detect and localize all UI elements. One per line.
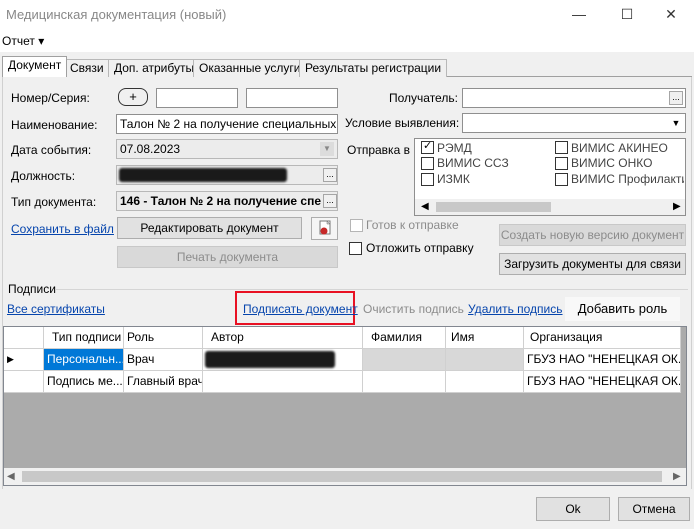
signatures-divider bbox=[56, 289, 688, 290]
series-field[interactable] bbox=[246, 88, 338, 108]
send-target-vimis-prof: ВИМИС Профилактик bbox=[571, 172, 684, 186]
col-author[interactable]: Автор bbox=[203, 327, 363, 349]
send-target-vimis-akineo: ВИМИС АКИНЕО bbox=[571, 141, 668, 155]
delete-signature-link[interactable]: Удалить подпись bbox=[468, 302, 563, 316]
condition-dropdown[interactable] bbox=[462, 113, 686, 133]
scrollbar-thumb[interactable] bbox=[436, 202, 551, 212]
send-target-vimis-ssz: ВИМИС ССЗ bbox=[437, 156, 509, 170]
add-number-button[interactable]: + bbox=[118, 88, 148, 106]
menu-report[interactable]: Отчет ▾ bbox=[2, 34, 44, 48]
checkbox-izmk[interactable] bbox=[421, 173, 434, 186]
edit-document-button[interactable]: Редактировать документ bbox=[117, 217, 302, 239]
close-button[interactable]: ✕ bbox=[648, 0, 694, 30]
row2-role[interactable]: Главный врач bbox=[124, 371, 203, 393]
date-label: Дата события: bbox=[11, 143, 92, 157]
col-surname[interactable]: Фамилия bbox=[363, 327, 446, 349]
scroll-right-icon[interactable]: ▶ bbox=[673, 201, 681, 212]
chevron-down-icon[interactable]: ▼ bbox=[669, 116, 683, 130]
ok-button[interactable]: Ok bbox=[536, 497, 610, 521]
row1-organization[interactable]: ГБУЗ НАО "НЕНЕЦКАЯ ОК... bbox=[524, 349, 681, 371]
checkbox-vimis-akineo[interactable] bbox=[555, 141, 568, 154]
doctype-select-button[interactable]: ... bbox=[323, 194, 337, 208]
tab-links[interactable]: Связи bbox=[64, 59, 110, 77]
row1-role[interactable]: Врач bbox=[124, 349, 203, 371]
grid-scroll-thumb[interactable] bbox=[22, 471, 662, 482]
menu-bar bbox=[0, 30, 694, 52]
send-target-izmk: ИЗМК bbox=[437, 172, 470, 186]
date-dropdown-icon[interactable]: ▼ bbox=[320, 142, 334, 156]
number-label: Номер/Серия: bbox=[11, 91, 90, 105]
new-version-button[interactable]: Создать новую версию документ bbox=[499, 224, 686, 246]
sign-document-link[interactable]: Подписать документ bbox=[243, 302, 358, 316]
row2-first-name[interactable] bbox=[446, 371, 524, 393]
recipient-field[interactable] bbox=[462, 88, 686, 108]
position-label: Должность: bbox=[11, 169, 76, 183]
date-field[interactable]: 07.08.2023 bbox=[116, 139, 338, 159]
row2-selector[interactable] bbox=[4, 371, 44, 393]
send-target-vimis-onko: ВИМИС ОНКО bbox=[571, 156, 653, 170]
col-organization[interactable]: Организация bbox=[524, 327, 681, 349]
grid-scroll-right-icon[interactable]: ▶ bbox=[673, 471, 681, 482]
col-first-name[interactable]: Имя bbox=[446, 327, 524, 349]
postpone-send-checkbox[interactable] bbox=[349, 242, 362, 255]
ready-to-send-label: Готов к отправке bbox=[366, 218, 459, 232]
row1-signature-type[interactable]: Персональн... bbox=[44, 349, 124, 371]
print-document-button[interactable]: Печать документа bbox=[117, 246, 338, 268]
row2-surname[interactable] bbox=[363, 371, 446, 393]
save-to-file-link[interactable]: Сохранить в файл bbox=[11, 222, 114, 236]
row1-first-name[interactable] bbox=[446, 349, 524, 371]
tab-extra-attributes[interactable]: Доп. атрибуты bbox=[108, 59, 201, 77]
row2-author[interactable] bbox=[203, 371, 363, 393]
checkbox-vimis-ssz[interactable] bbox=[421, 157, 434, 170]
redacted-author bbox=[205, 351, 335, 368]
tab-registration-results[interactable]: Результаты регистрации bbox=[299, 59, 448, 77]
tab-services[interactable]: Оказанные услуги bbox=[193, 59, 307, 77]
signatures-group-label: Подписи bbox=[8, 282, 56, 296]
checkbox-vimis-prof[interactable] bbox=[555, 173, 568, 186]
send-target-remd: РЭМД bbox=[437, 141, 472, 155]
doctype-field[interactable]: 146 - Талон № 2 на получение спе bbox=[116, 191, 338, 211]
add-role-button[interactable]: Добавить роль bbox=[565, 297, 680, 321]
maximize-button[interactable]: ☐ bbox=[604, 0, 650, 30]
grid-scroll-left-icon[interactable]: ◀ bbox=[7, 471, 15, 482]
row2-organization[interactable]: ГБУЗ НАО "НЕНЕЦКАЯ ОК... bbox=[524, 371, 681, 393]
doctype-value: 146 - Талон № 2 на получение спе bbox=[120, 194, 322, 208]
minimize-button[interactable]: — bbox=[556, 0, 602, 30]
row2-signature-type[interactable]: Подпись ме... bbox=[44, 371, 124, 393]
recipient-label: Получатель: bbox=[389, 91, 458, 105]
postpone-send-label: Отложить отправку bbox=[366, 241, 474, 255]
checkbox-vimis-onko[interactable] bbox=[555, 157, 568, 170]
all-certificates-link[interactable]: Все сертификаты bbox=[7, 302, 105, 316]
load-docs-button[interactable]: Загрузить документы для связи bbox=[499, 253, 686, 275]
pdf-export-button[interactable] bbox=[311, 217, 338, 240]
name-field[interactable]: Талон № 2 на получение специальных талс bbox=[116, 114, 338, 134]
check-icon: ✓ bbox=[423, 140, 433, 152]
doctype-label: Тип документа: bbox=[11, 195, 97, 209]
col-signature-type[interactable]: Тип подписи bbox=[44, 327, 124, 349]
row1-surname[interactable] bbox=[363, 349, 446, 371]
checkbox-remd[interactable]: ✓ bbox=[421, 140, 434, 154]
date-value: 07.08.2023 bbox=[120, 142, 181, 156]
recipient-select-button[interactable]: ... bbox=[669, 91, 683, 105]
grid-row-header-corner bbox=[4, 327, 44, 349]
ready-to-send-checkbox[interactable] bbox=[350, 219, 363, 232]
col-role[interactable]: Роль bbox=[124, 327, 203, 349]
row-selector-icon[interactable]: ▶ bbox=[4, 349, 44, 371]
clear-signature-link[interactable]: Очистить подпись bbox=[363, 302, 464, 316]
send-to-label: Отправка в bbox=[347, 143, 410, 157]
name-label: Наименование: bbox=[11, 118, 98, 132]
condition-label: Условие выявления: bbox=[345, 116, 460, 130]
redacted-position bbox=[119, 168, 287, 182]
tab-document[interactable]: Документ bbox=[2, 56, 68, 77]
cancel-button[interactable]: Отмена bbox=[618, 497, 690, 521]
number-field[interactable] bbox=[156, 88, 238, 108]
scroll-left-icon[interactable]: ◀ bbox=[421, 201, 429, 212]
position-select-button[interactable]: ... bbox=[323, 168, 337, 182]
window-title: Медицинская документация (новый) bbox=[6, 7, 227, 22]
pdf-icon bbox=[319, 220, 331, 235]
